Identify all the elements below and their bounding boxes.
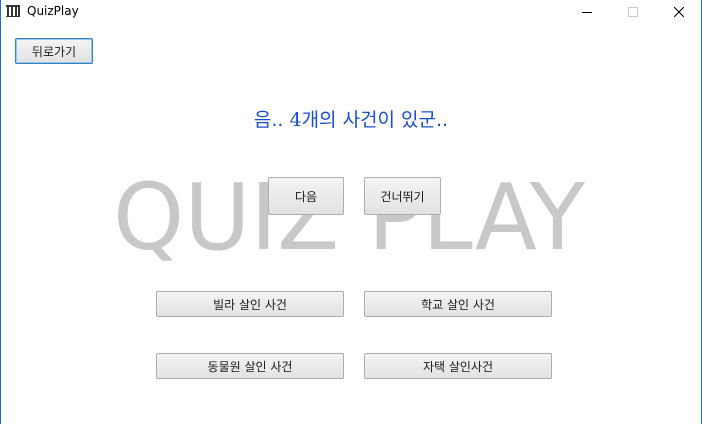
next-button[interactable]: 다음 (268, 177, 344, 215)
case-zoo-button[interactable]: 동물원 살인 사건 (156, 353, 344, 379)
watermark-text: QUIZ PLAY (113, 164, 586, 271)
case-home-button[interactable]: 자택 살인사건 (364, 353, 552, 379)
app-window: QuizPlay 뒤로가기 음.. 4개의 사건이 있군.. QUIZ PLAY… (0, 0, 702, 424)
case-school-button[interactable]: 학교 살인 사건 (364, 291, 552, 317)
skip-button[interactable]: 건너뛰기 (364, 177, 441, 215)
quiz-play-watermark: QUIZ PLAY (113, 164, 586, 271)
case-villa-button[interactable]: 빌라 살인 사건 (156, 291, 344, 317)
